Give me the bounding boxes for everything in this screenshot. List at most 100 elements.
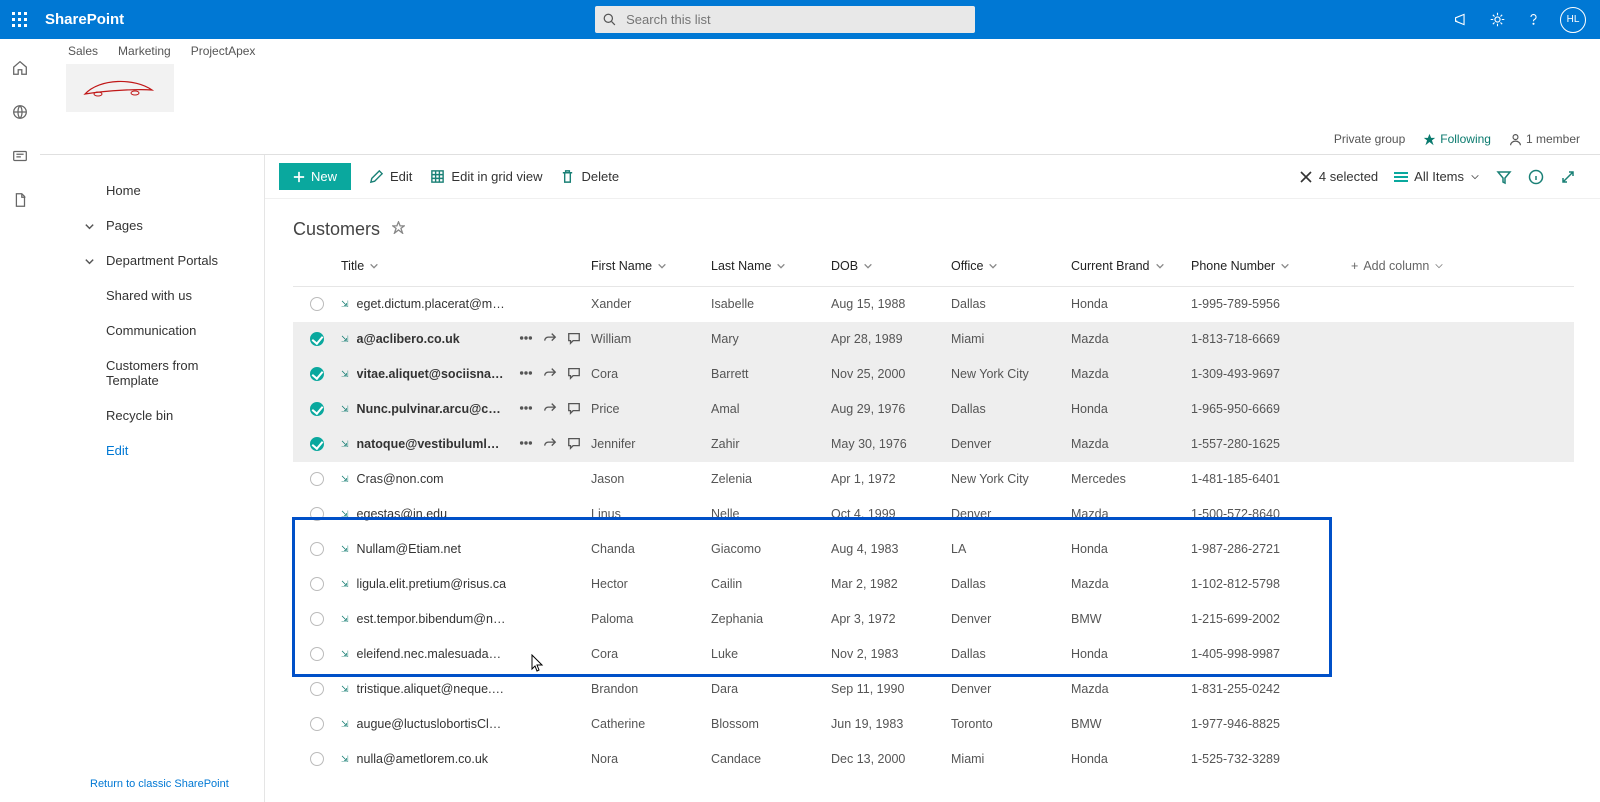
members-button[interactable]: 1 member: [1509, 132, 1580, 146]
row-checkbox[interactable]: [310, 402, 324, 416]
row-checkbox[interactable]: [310, 437, 324, 451]
row-title[interactable]: Cras@non.com: [357, 472, 444, 486]
table-row[interactable]: ⇲a@aclibero.co.ukWilliamMaryApr 28, 1989…: [293, 322, 1574, 357]
table-row[interactable]: ⇲ligula.elit.pretium@risus.caHectorCaili…: [293, 567, 1574, 602]
share-icon[interactable]: [543, 366, 557, 383]
comment-icon[interactable]: [567, 401, 581, 418]
row-checkbox[interactable]: [310, 472, 324, 486]
row-title[interactable]: eget.dictum.placerat@mattis.ca: [357, 297, 507, 311]
cell-last: Zephania: [711, 612, 831, 626]
hub-link[interactable]: Marketing: [118, 44, 171, 58]
row-title[interactable]: augue@luctuslobortisClass.co.uk: [357, 717, 507, 731]
row-checkbox[interactable]: [310, 577, 324, 591]
table-row[interactable]: ⇲Nunc.pulvinar.arcu@con...PriceAmalAug 2…: [293, 392, 1574, 427]
row-checkbox[interactable]: [310, 752, 324, 766]
hub-link[interactable]: Sales: [68, 44, 98, 58]
more-icon[interactable]: [519, 401, 533, 418]
col-dob[interactable]: DOB: [831, 259, 951, 273]
table-row[interactable]: ⇲eget.dictum.placerat@mattis.caXanderIsa…: [293, 287, 1574, 322]
home-icon[interactable]: [11, 59, 29, 77]
nav-edit[interactable]: Edit: [40, 433, 264, 468]
globe-icon[interactable]: [11, 103, 29, 121]
info-icon[interactable]: [1528, 169, 1544, 185]
table-row[interactable]: ⇲tristique.aliquet@neque.co.ukBrandonDar…: [293, 672, 1574, 707]
help-icon[interactable]: [1524, 11, 1542, 29]
row-title[interactable]: Nullam@Etiam.net: [357, 542, 461, 556]
megaphone-icon[interactable]: [1452, 11, 1470, 29]
col-brand[interactable]: Current Brand: [1071, 259, 1191, 273]
row-checkbox[interactable]: [310, 717, 324, 731]
col-first[interactable]: First Name: [591, 259, 711, 273]
row-checkbox[interactable]: [310, 297, 324, 311]
nav-home[interactable]: Home: [40, 173, 264, 208]
row-title[interactable]: vitae.aliquet@sociisnato...: [357, 367, 507, 381]
row-checkbox[interactable]: [310, 647, 324, 661]
share-icon[interactable]: [543, 401, 557, 418]
table-row[interactable]: ⇲vitae.aliquet@sociisnato...CoraBarrettN…: [293, 357, 1574, 392]
site-logo[interactable]: [66, 64, 174, 112]
table-row[interactable]: ⇲natoque@vestibulumlor...JenniferZahirMa…: [293, 427, 1574, 462]
news-icon[interactable]: [11, 147, 29, 165]
app-name[interactable]: SharePoint: [45, 11, 124, 28]
row-checkbox[interactable]: [310, 682, 324, 696]
row-title[interactable]: natoque@vestibulumlor...: [357, 437, 507, 451]
share-icon[interactable]: [543, 331, 557, 348]
nav-pages[interactable]: Pages: [40, 208, 264, 243]
edit-button[interactable]: Edit: [369, 169, 412, 184]
follow-button[interactable]: Following: [1423, 132, 1491, 146]
row-checkbox[interactable]: [310, 542, 324, 556]
grid-view-button[interactable]: Edit in grid view: [430, 169, 542, 184]
row-checkbox[interactable]: [310, 332, 324, 346]
avatar[interactable]: HL: [1560, 7, 1586, 33]
nav-shared[interactable]: Shared with us: [40, 278, 264, 313]
search-box[interactable]: [595, 6, 975, 33]
table-row[interactable]: ⇲Cras@non.comJasonZeleniaApr 1, 1972New …: [293, 462, 1574, 497]
col-office[interactable]: Office: [951, 259, 1071, 273]
comment-icon[interactable]: [567, 331, 581, 348]
share-icon[interactable]: [543, 436, 557, 453]
comment-icon[interactable]: [567, 366, 581, 383]
view-picker[interactable]: All Items: [1394, 169, 1480, 184]
nav-customers-template[interactable]: Customers from Template: [40, 348, 264, 398]
return-classic-link[interactable]: Return to classic SharePoint: [90, 778, 229, 790]
table-row[interactable]: ⇲egestas@in.eduLinusNelleOct 4, 1999Denv…: [293, 497, 1574, 532]
row-checkbox[interactable]: [310, 507, 324, 521]
row-title[interactable]: ligula.elit.pretium@risus.ca: [357, 577, 507, 591]
add-column-button[interactable]: + Add column: [1351, 259, 1471, 273]
row-title[interactable]: eleifend.nec.malesuada@atrisus.ca: [357, 647, 507, 661]
gear-icon[interactable]: [1488, 11, 1506, 29]
more-icon[interactable]: [519, 436, 533, 453]
col-last[interactable]: Last Name: [711, 259, 831, 273]
nav-communication[interactable]: Communication: [40, 313, 264, 348]
row-checkbox[interactable]: [310, 367, 324, 381]
row-title[interactable]: est.tempor.bibendum@neccursusa.com: [357, 612, 507, 626]
more-icon[interactable]: [519, 331, 533, 348]
hub-link[interactable]: ProjectApex: [191, 44, 256, 58]
table-row[interactable]: ⇲nulla@ametlorem.co.ukNoraCandaceDec 13,…: [293, 742, 1574, 777]
table-row[interactable]: ⇲augue@luctuslobortisClass.co.ukCatherin…: [293, 707, 1574, 742]
table-row[interactable]: ⇲eleifend.nec.malesuada@atrisus.caCoraLu…: [293, 637, 1574, 672]
row-checkbox[interactable]: [310, 612, 324, 626]
selection-count[interactable]: 4 selected: [1299, 169, 1378, 184]
row-title[interactable]: a@aclibero.co.uk: [357, 332, 460, 346]
filter-icon[interactable]: [1496, 169, 1512, 185]
comment-icon[interactable]: [567, 436, 581, 453]
app-launcher-icon[interactable]: [0, 0, 39, 39]
delete-button[interactable]: Delete: [560, 169, 619, 184]
files-icon[interactable]: [11, 191, 29, 209]
table-row[interactable]: ⇲Nullam@Etiam.netChandaGiacomoAug 4, 198…: [293, 532, 1574, 567]
col-title[interactable]: Title: [341, 259, 591, 273]
favorite-icon[interactable]: [392, 221, 405, 239]
nav-recycle[interactable]: Recycle bin: [40, 398, 264, 433]
row-title[interactable]: Nunc.pulvinar.arcu@con...: [357, 402, 507, 416]
search-input[interactable]: [626, 12, 967, 27]
row-title[interactable]: nulla@ametlorem.co.uk: [357, 752, 489, 766]
new-button[interactable]: New: [279, 163, 351, 190]
table-row[interactable]: ⇲est.tempor.bibendum@neccursusa.comPalom…: [293, 602, 1574, 637]
expand-icon[interactable]: [1560, 169, 1576, 185]
more-icon[interactable]: [519, 366, 533, 383]
row-title[interactable]: tristique.aliquet@neque.co.uk: [357, 682, 507, 696]
nav-department-portals[interactable]: Department Portals: [40, 243, 264, 278]
col-phone[interactable]: Phone Number: [1191, 259, 1351, 273]
row-title[interactable]: egestas@in.edu: [357, 507, 448, 521]
